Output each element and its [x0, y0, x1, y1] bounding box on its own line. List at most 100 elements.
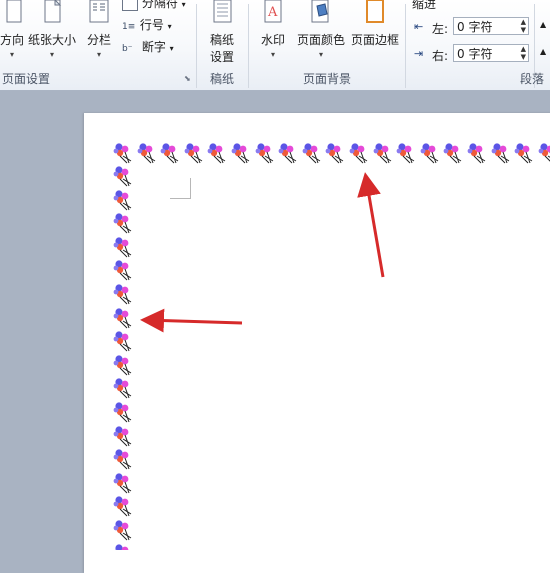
balloon-border-icon	[112, 400, 134, 424]
balloon-border-icon	[112, 376, 134, 400]
indent-right-input[interactable]: 0 字符 ▲ ▼	[453, 44, 529, 62]
paper-size-label: 纸张大小	[28, 33, 77, 47]
page-setup-group: 方向 ▾ 纸张大小 ▾ 分栏 ▾ 分隔符 ▾ 1≡ 行号 ▾ b⁻ 断字 ▾ 页…	[0, 0, 196, 90]
chevron-down-icon: ▾	[270, 50, 275, 59]
page-border-left	[112, 164, 136, 550]
draft-paper-label-line1: 稿纸	[209, 33, 234, 47]
line-numbers-icon: 1≡	[122, 22, 136, 32]
spin-buttons[interactable]: ▲ ▼	[521, 45, 526, 61]
orientation-button[interactable]: 方向 ▾	[0, 0, 30, 59]
balloon-border-icon	[112, 235, 134, 259]
page-color-icon	[311, 0, 329, 23]
chevron-down-icon: ▾	[167, 22, 172, 31]
dialog-launcher-icon[interactable]: ⬊	[184, 74, 191, 83]
balloon-border-icon	[112, 424, 134, 448]
page-borders-icon	[366, 0, 384, 23]
watermark-label: 水印	[260, 33, 285, 47]
balloon-border-icon	[419, 141, 441, 165]
balloon-border-icon	[112, 211, 134, 235]
orientation-label: 方向	[0, 33, 24, 47]
balloon-border-icon	[112, 471, 134, 495]
svg-text:A: A	[267, 5, 278, 20]
balloon-border-icon	[372, 141, 394, 165]
paragraph-group-label: 段落	[519, 72, 544, 86]
hyphenation-icon: b⁻	[122, 44, 133, 54]
spacing-spin-icon[interactable]: ▲	[540, 47, 546, 56]
spin-buttons[interactable]: ▲ ▼	[521, 18, 526, 34]
watermark-button[interactable]: A 水印 ▾	[255, 0, 291, 59]
balloon-border-icon	[324, 141, 346, 165]
paper-size-button[interactable]: 纸张大小 ▾	[28, 0, 76, 59]
columns-icon	[89, 0, 109, 23]
page-borders-label: 页面边框	[350, 33, 399, 47]
paper-size-icon	[44, 0, 62, 23]
hyphenation-button[interactable]: b⁻ 断字 ▾	[122, 38, 174, 55]
watermark-icon: A	[264, 0, 282, 23]
draft-paper-label-line2: 设置	[209, 50, 234, 64]
page-color-label: 页面颜色	[296, 33, 345, 47]
balloon-border-icon	[442, 141, 464, 165]
balloon-border-icon	[112, 164, 134, 188]
balloon-border-icon	[348, 141, 370, 165]
balloon-border-icon	[206, 141, 228, 165]
page-borders-button[interactable]: 页面边框	[349, 0, 401, 48]
balloon-border-icon	[112, 306, 134, 330]
page-background-group: A 水印 ▾ 页面颜色 ▾ 页面边框 页面背景	[249, 0, 405, 90]
balloon-border-icon	[112, 188, 134, 212]
balloon-border-icon	[112, 447, 134, 471]
draft-paper-button[interactable]: 稿纸 设置	[197, 0, 247, 65]
paragraph-group: 缩进 ⇤ 左: 0 字符 ▲ ▼ ⇥ 右: 0 字符 ▲ ▼ ▲ ▲ 段落	[406, 0, 550, 90]
balloon-border-icon	[513, 141, 535, 165]
page-setup-group-label: 页面设置	[2, 72, 51, 86]
line-numbers-button[interactable]: 1≡ 行号 ▾	[122, 16, 172, 33]
line-numbers-label: 行号	[139, 18, 164, 32]
balloon-border-icon	[112, 329, 134, 353]
indent-left-value: 0 字符	[457, 20, 493, 34]
chevron-down-icon: ▾	[169, 44, 174, 53]
indent-left-icon: ⇤	[414, 20, 424, 33]
balloon-border-icon	[537, 141, 550, 165]
balloon-border-icon	[112, 494, 134, 518]
draft-paper-icon	[213, 0, 232, 23]
balloon-border-icon	[230, 141, 252, 165]
spacing-spin-icon[interactable]: ▲	[540, 20, 546, 29]
balloon-border-icon	[466, 141, 488, 165]
balloon-border-icon	[183, 141, 205, 165]
balloon-border-icon	[490, 141, 512, 165]
balloon-border-icon	[112, 258, 134, 282]
page-border-top	[112, 141, 550, 165]
balloon-border-icon	[159, 141, 181, 165]
chevron-down-icon: ▾	[49, 50, 54, 59]
orientation-icon	[6, 0, 22, 23]
indent-right-value: 0 字符	[457, 47, 493, 61]
breaks-label: 分隔符	[141, 0, 178, 10]
margin-corner-marker	[170, 178, 191, 199]
indent-heading: 缩进	[412, 0, 437, 11]
page-color-button[interactable]: 页面颜色 ▾	[295, 0, 347, 59]
balloon-border-icon	[136, 141, 158, 165]
balloon-border-icon	[254, 141, 276, 165]
document-page[interactable]	[84, 113, 550, 573]
balloon-border-icon	[395, 141, 417, 165]
page-background-group-label: 页面背景	[302, 72, 351, 86]
indent-left-input[interactable]: 0 字符 ▲ ▼	[453, 17, 529, 35]
chevron-down-icon: ▾	[318, 50, 323, 59]
balloon-border-icon	[301, 141, 323, 165]
indent-left-label: 左:	[432, 22, 449, 36]
breaks-button[interactable]: 分隔符 ▾	[122, 0, 186, 11]
draft-group-label: 稿纸	[209, 72, 234, 86]
breaks-icon	[122, 0, 138, 11]
indent-right-label: 右:	[432, 49, 449, 63]
columns-button[interactable]: 分栏 ▾	[84, 0, 114, 59]
balloon-border-icon	[112, 518, 134, 542]
balloon-border-icon	[112, 542, 134, 550]
balloon-border-icon	[112, 353, 134, 377]
balloon-border-icon	[112, 141, 134, 165]
draft-paper-group: 稿纸 设置 稿纸	[197, 0, 247, 90]
balloon-border-icon	[112, 282, 134, 306]
ribbon: 方向 ▾ 纸张大小 ▾ 分栏 ▾ 分隔符 ▾ 1≡ 行号 ▾ b⁻ 断字 ▾ 页…	[0, 0, 550, 91]
chevron-down-icon: ▾	[9, 50, 14, 59]
balloon-border-icon	[277, 141, 299, 165]
indent-right-icon: ⇥	[414, 47, 424, 60]
columns-label: 分栏	[86, 33, 111, 47]
